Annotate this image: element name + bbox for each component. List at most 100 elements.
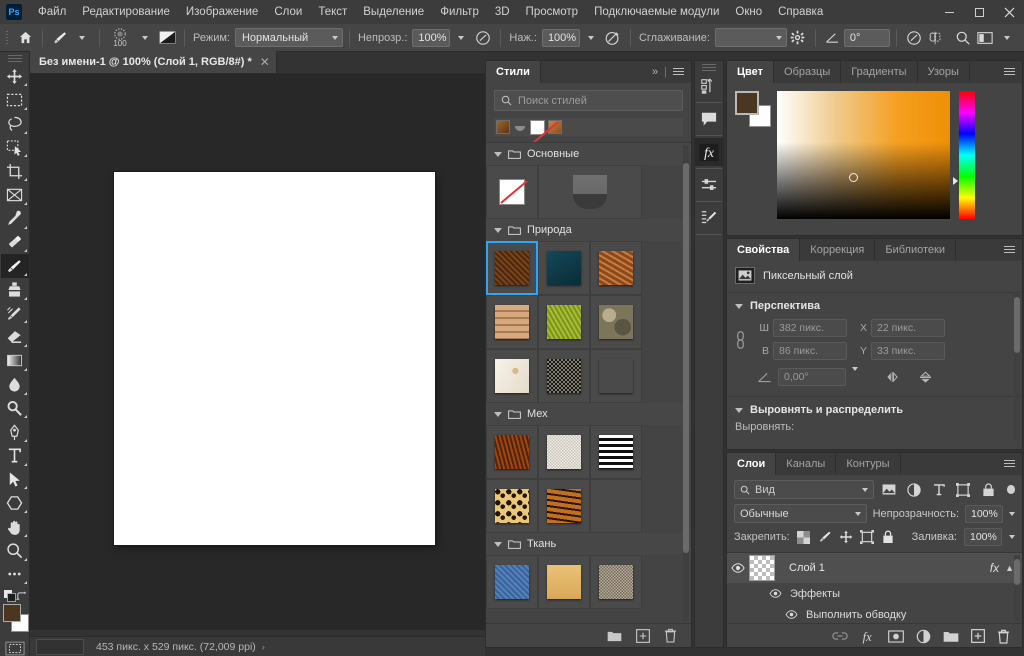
smartobject-filter-icon[interactable] — [979, 480, 998, 499]
flow-input[interactable]: 100% — [541, 28, 580, 47]
layer-effect-item-row[interactable]: Выполнить обводку — [727, 604, 1022, 623]
layer-fx-badge[interactable]: fx — [990, 561, 999, 575]
layer-effects-row[interactable]: Эффекты — [727, 583, 1022, 604]
pen-tool[interactable] — [1, 420, 29, 444]
new-group-icon[interactable] — [943, 630, 959, 643]
foreground-color-swatch[interactable] — [735, 91, 759, 115]
smoothing-select[interactable] — [714, 28, 787, 47]
layer-styles-fx-icon[interactable]: fx — [695, 138, 723, 166]
blend-mode-select[interactable]: Нормальный — [234, 28, 343, 47]
layer-fill-input[interactable]: 100% — [964, 528, 1002, 546]
add-fx-icon[interactable]: fx — [860, 629, 876, 644]
menu-item-image[interactable]: Изображение — [178, 0, 266, 24]
new-style-icon[interactable] — [636, 628, 650, 643]
pressure-opacity-icon[interactable] — [472, 27, 494, 49]
menu-item-filter[interactable]: Фильтр — [432, 0, 487, 24]
style-swatch-no-style[interactable] — [486, 165, 538, 219]
tab-channels[interactable]: Каналы — [776, 453, 837, 475]
type-filter-icon[interactable] — [929, 480, 948, 499]
tab-gradients[interactable]: Градиенты — [841, 61, 918, 83]
color-field[interactable] — [777, 91, 950, 219]
status-expand-icon[interactable]: › — [262, 642, 265, 652]
zoom-level-input[interactable] — [36, 638, 84, 655]
x-input[interactable]: 22 пикс. — [871, 319, 945, 337]
object-selection-tool[interactable] — [1, 136, 29, 160]
frame-tool[interactable] — [1, 183, 29, 207]
adjustment-filter-icon[interactable] — [904, 480, 923, 499]
adjustment-layer-icon[interactable] — [916, 629, 931, 644]
layer-opacity-input[interactable]: 100% — [965, 504, 1003, 523]
lock-position-icon[interactable] — [839, 530, 853, 544]
layer-name[interactable]: Слой 1 — [789, 562, 990, 574]
tab-patterns[interactable]: Узоры — [917, 61, 970, 83]
trash-icon[interactable] — [664, 628, 677, 643]
foreground-color-swatch[interactable] — [2, 604, 21, 623]
section-align-header[interactable]: Выровнять и распределить — [727, 399, 1022, 421]
eraser-tool[interactable] — [1, 325, 29, 349]
menu-item-plugins[interactable]: Подключаемые модули — [586, 0, 727, 24]
symmetry-butterfly-icon[interactable] — [925, 27, 947, 49]
width-input[interactable]: 382 пикс. — [773, 319, 847, 337]
style-swatch-zebra[interactable] — [590, 425, 642, 479]
pressure-size-icon[interactable] — [903, 27, 925, 49]
style-swatch-basic-gray[interactable] — [538, 165, 642, 219]
home-icon[interactable] — [14, 27, 36, 49]
brush-size-preview[interactable]: 100 — [106, 27, 134, 48]
expand-effects-icon[interactable]: ▲ — [1005, 563, 1014, 573]
style-swatch-grass[interactable] — [538, 295, 590, 349]
tab-styles[interactable]: Стили — [486, 61, 541, 83]
styles-group-fur[interactable]: Мех — [486, 403, 691, 425]
style-swatch-burlap[interactable] — [590, 555, 642, 609]
adjustments-panel-icon[interactable] — [695, 171, 723, 199]
flip-horizontal-icon[interactable] — [886, 370, 902, 384]
effects-visibility-icon[interactable] — [769, 589, 782, 598]
styles-scrollbar-thumb[interactable] — [683, 163, 689, 553]
panel-menu-icon[interactable] — [1004, 68, 1015, 76]
search-icon[interactable] — [952, 27, 974, 49]
section-perspective-header[interactable]: Перспектива — [727, 295, 1022, 317]
shape-tool[interactable] — [1, 491, 29, 515]
styles-group-fabric[interactable]: Ткань — [486, 533, 691, 555]
menu-item-help[interactable]: Справка — [770, 0, 831, 24]
styles-list[interactable]: Основные Природа Мех Ткань — [486, 142, 691, 623]
style-swatch-linen[interactable] — [538, 555, 590, 609]
flip-vertical-icon[interactable] — [918, 370, 933, 385]
collapse-icon[interactable]: » — [652, 66, 658, 78]
shape-filter-icon[interactable] — [954, 480, 973, 499]
style-swatch-sand-dune[interactable] — [590, 349, 642, 403]
lock-artboard-icon[interactable] — [859, 530, 874, 544]
style-swatch-deep-water[interactable] — [538, 241, 590, 295]
angle-caret[interactable] — [852, 367, 858, 383]
move-tool[interactable] — [1, 64, 29, 88]
gear-icon[interactable] — [787, 27, 809, 49]
layers-list[interactable]: Слой 1 fx ▲ Эффекты Выполнить обводку — [727, 552, 1022, 624]
panel-menu-icon[interactable] — [673, 68, 684, 76]
panel-menu-icon[interactable] — [1004, 460, 1015, 468]
history-panel-icon[interactable] — [695, 72, 723, 100]
brush-size-caret[interactable] — [134, 27, 156, 49]
layer-filter-select[interactable]: Вид — [734, 480, 874, 499]
hand-tool[interactable] — [1, 515, 29, 539]
comments-panel-icon[interactable] — [695, 105, 723, 133]
menu-item-layer[interactable]: Слои — [266, 0, 310, 24]
style-swatch-rust[interactable] — [590, 241, 642, 295]
airbrush-icon[interactable] — [602, 27, 624, 49]
workspace-icon[interactable] — [974, 27, 996, 49]
close-button[interactable] — [994, 0, 1024, 24]
default-colors-icon[interactable] — [3, 590, 16, 603]
recent-style-none[interactable] — [530, 119, 545, 135]
recent-style-2[interactable] — [513, 120, 527, 134]
recent-style-1[interactable] — [496, 120, 510, 134]
lock-image-icon[interactable] — [818, 530, 832, 544]
menu-item-type[interactable]: Текст — [310, 0, 355, 24]
link-aspect-icon[interactable] — [735, 329, 749, 351]
style-swatch-marble[interactable] — [486, 349, 538, 403]
type-tool[interactable] — [1, 444, 29, 468]
color-picker-marker[interactable] — [849, 173, 858, 182]
maximize-button[interactable] — [964, 0, 994, 24]
dodge-tool[interactable] — [1, 397, 29, 421]
edit-toolbar-button[interactable] — [1, 563, 29, 587]
dock-grip[interactable] — [702, 64, 716, 71]
tab-properties[interactable]: Свойства — [727, 239, 801, 261]
style-swatch-denim[interactable] — [486, 555, 538, 609]
